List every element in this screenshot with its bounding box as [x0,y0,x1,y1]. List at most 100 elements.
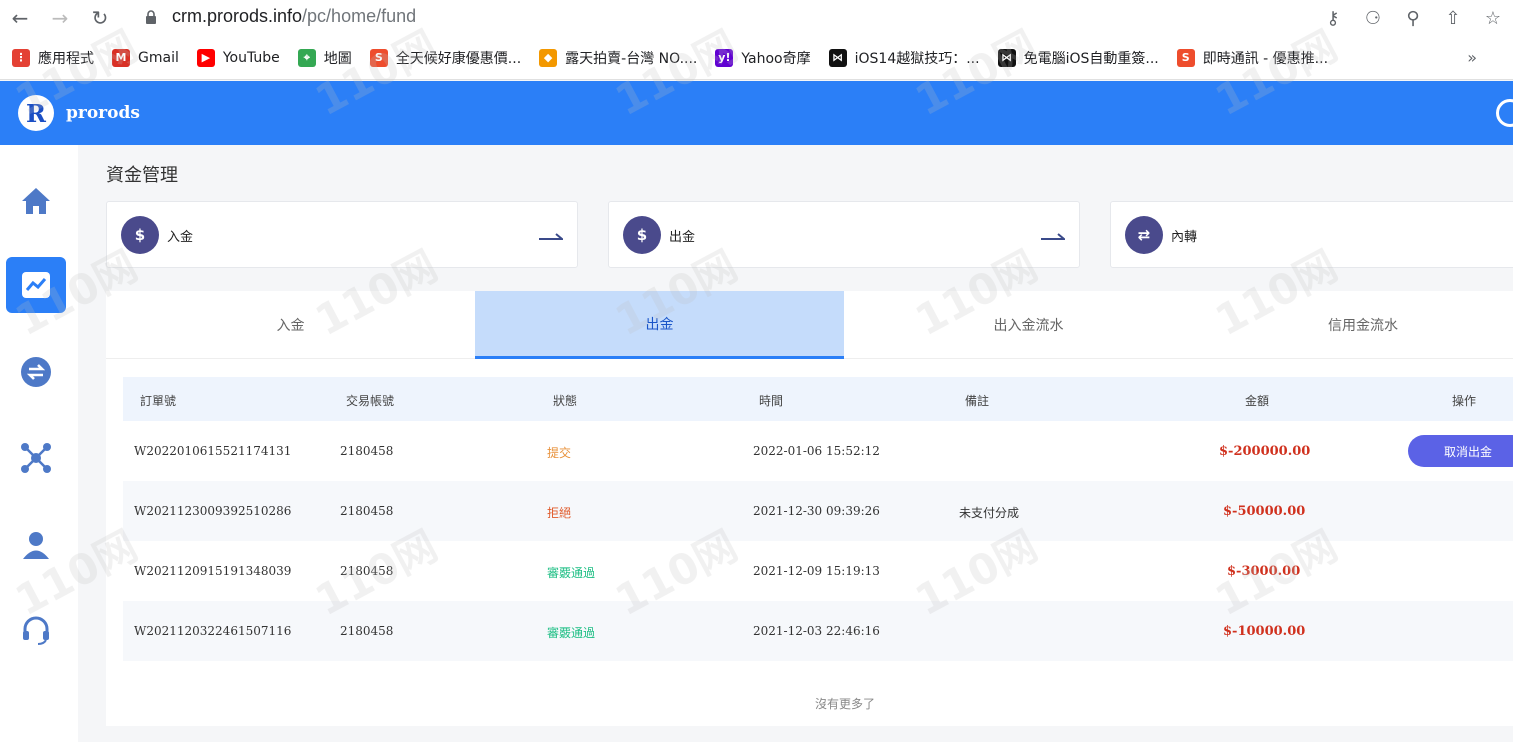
bookmark-label: YouTube [222,49,280,66]
zoom-icon[interactable]: ⚲ [1393,0,1433,36]
star-icon[interactable]: ☆ [1473,0,1513,36]
bookmark-item[interactable]: ◆ 露天拍賣-台灣 NO.... [539,48,697,68]
network-icon [21,443,51,473]
bookmark-item[interactable]: ⌖ 地圖 [297,48,352,68]
translate-icon[interactable]: ⚆ [1353,0,1393,36]
sidebar-item-home[interactable] [6,173,66,229]
amount: $-3000.00 [1227,564,1301,579]
order-number: W2021123009392510286 [134,504,292,518]
table-header: 訂單號 交易帳號 狀態 時間 備註 金額 操作 [123,377,1513,421]
headset-icon [23,616,49,645]
sidebar-item-transfer[interactable] [6,344,66,400]
app-header: R prorods [0,81,1513,145]
account-number: 2180458 [340,564,394,578]
bookmark-item[interactable]: ▶ YouTube [196,48,280,67]
th-note: 備註 [965,394,990,408]
address-bar[interactable]: crm.prorods.info/pc/home/fund [172,6,416,27]
tab-fund-flow[interactable]: 出入金流水 [844,291,1213,359]
order-number: W2021120915191348039 [134,564,292,578]
maps-icon: ⌖ [297,48,316,67]
bookmark-label: 免電腦iOS自動重簽... [1023,50,1159,67]
amount: $-10000.00 [1223,624,1306,639]
account-number: 2180458 [340,504,394,518]
amount: $-200000.00 [1219,444,1311,459]
yahoo-icon: y! [715,48,734,67]
table-row: W2021120915191348039 2180458 審覈通過 2021-1… [123,541,1513,601]
th-status: 狀態 [553,394,578,408]
card-label: 入金 [167,230,194,245]
shopee-icon: S [369,48,388,67]
tab-deposit[interactable]: 入金 [106,291,475,359]
sidebar-item-network[interactable] [6,430,66,486]
url-path: /pc/home/fund [302,6,417,26]
bookmark-label: 地圖 [323,50,352,67]
forward-icon[interactable]: → [40,0,80,36]
time: 2021-12-03 22:46:16 [753,624,880,638]
account-number: 2180458 [340,624,394,638]
url-domain: crm.prorods.info [172,6,303,26]
ruten-icon: ◆ [539,48,558,67]
th-time: 時間 [759,394,784,408]
status-badge: 提交 [547,446,572,460]
bookmark-item[interactable]: ⋈ 免電腦iOS自動重簽... [997,48,1159,68]
status-badge: 審覈通過 [547,566,596,580]
amount: $-50000.00 [1223,504,1306,519]
bookmark-label: 應用程式 [38,50,94,67]
status-badge: 審覈通過 [547,626,596,640]
tab-bar: 入金 出金 出入金流水 信用金流水 [106,291,1513,359]
card-withdraw[interactable]: $ 出金 [608,201,1080,268]
money-bag-icon: $ [623,216,661,254]
share-icon[interactable]: ⇧ [1433,0,1473,36]
table-row: W2021120322461507116 2180458 審覈通過 2021-1… [123,601,1513,661]
sidebar-item-user[interactable] [6,517,66,573]
shopee-icon: S [1176,48,1195,67]
bookmark-label: 即時通訊 - 優惠推... [1202,50,1329,67]
bookmark-item[interactable]: S 全天候好康優惠價... [369,48,522,68]
card-deposit[interactable]: $ 入金 [106,201,578,268]
bookmark-icon: ⋈ [828,48,847,67]
time: 2022-01-06 15:52:12 [753,444,880,458]
arrow-right-icon [1041,233,1065,240]
bookmark-label: 全天候好康優惠價... [395,50,522,67]
apps-grid-icon: ⋮ [12,48,30,67]
table-row: W2021123009392510286 2180458 拒絕 2021-12-… [123,481,1513,541]
money-bag-icon: $ [121,216,159,254]
note: 未支付分成 [959,506,1020,520]
bookmarks-bar: ⋮ 應用程式 M Gmail ▶ YouTube ⌖ 地圖 S 全天候好康優惠價... ◆ 露天拍賣-… [0,36,1513,80]
chart-icon [22,272,50,298]
bookmark-label: Yahoo奇摩 [741,50,811,67]
tab-withdraw[interactable]: 出金 [475,291,844,359]
youtube-icon: ▶ [196,48,215,67]
power-icon[interactable] [1496,99,1513,127]
lock-icon [146,10,156,24]
sidebar-item-fund[interactable] [6,257,66,313]
card-label: 內轉 [1171,230,1198,245]
th-order: 訂單號 [140,394,177,408]
sidebar-item-support[interactable] [6,602,66,658]
user-icon [23,532,49,559]
bookmark-item[interactable]: ⋮ 應用程式 [12,48,94,68]
bookmark-item[interactable]: ⋈ iOS14越獄技巧：... [828,48,980,68]
home-icon [22,188,50,214]
bookmark-item[interactable]: S 即時通訊 - 優惠推... [1176,48,1329,68]
tab-credit-flow[interactable]: 信用金流水 [1213,291,1513,359]
th-amount: 金額 [1245,394,1270,408]
records-panel: 入金 出金 出入金流水 信用金流水 訂單號 交易帳號 狀態 時間 備註 金額 操… [106,291,1513,726]
cancel-withdraw-button[interactable]: 取消出金 [1408,435,1513,467]
main-content: 資金管理 $ 入金 $ 出金 ⇄ 內轉 入金 出金 出入金流水 信用金流水 訂單… [78,145,1513,742]
th-action: 操作 [1452,394,1477,408]
table-row: W2022010615521174131 2180458 提交 2022-01-… [123,421,1513,481]
back-icon[interactable]: ← [0,0,40,36]
bookmark-label: 露天拍賣-台灣 NO.... [565,50,698,67]
more-bookmarks-icon[interactable]: » [1467,48,1477,67]
status-badge: 拒絕 [547,506,572,520]
bookmark-label: Gmail [138,49,179,66]
key-icon[interactable]: ⚷ [1313,0,1353,36]
order-number: W2021120322461507116 [134,624,292,638]
gmail-icon: M [112,48,130,67]
reload-icon[interactable]: ↻ [80,0,120,36]
exchange-icon [21,357,51,387]
bookmark-item[interactable]: M Gmail [112,48,179,67]
bookmark-item[interactable]: y! Yahoo奇摩 [715,48,811,68]
card-internal-transfer[interactable]: ⇄ 內轉 [1110,201,1513,268]
